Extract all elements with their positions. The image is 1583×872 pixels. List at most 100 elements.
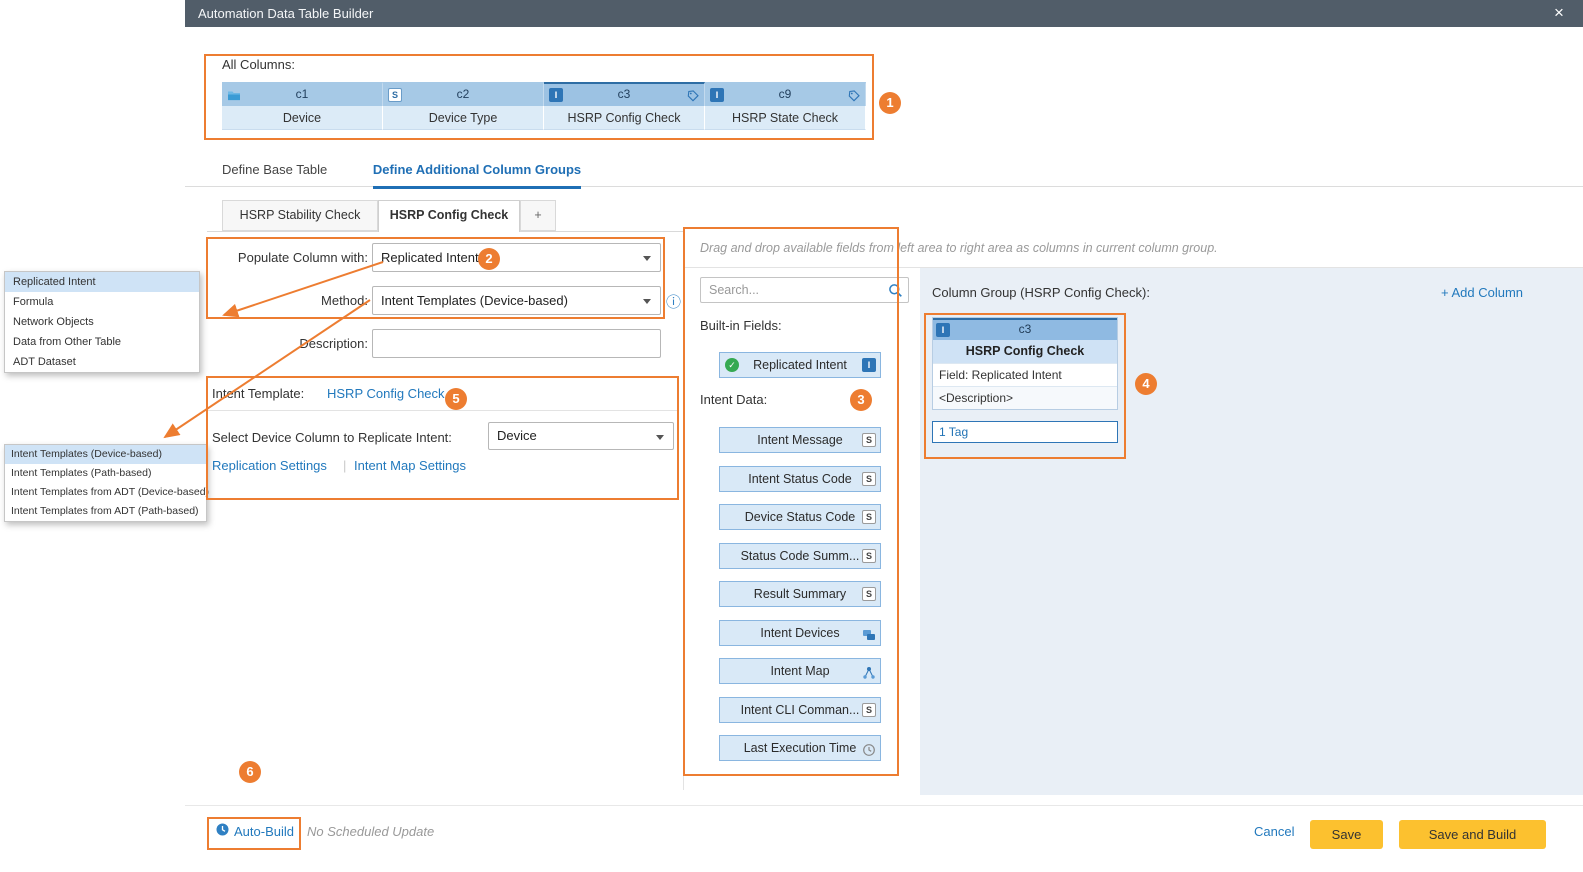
column-id: c2 xyxy=(383,84,543,105)
string-type-icon: S xyxy=(388,88,402,102)
all-columns-label: All Columns: xyxy=(222,57,295,72)
tab-define-additional-column-groups[interactable]: Define Additional Column Groups xyxy=(373,162,581,189)
group-tab-hsrp-config-check[interactable]: HSRP Config Check xyxy=(378,200,520,232)
device-column-select[interactable]: Device xyxy=(488,422,674,450)
annotation-marker-1: 1 xyxy=(879,92,901,114)
tab-define-base-table[interactable]: Define Base Table xyxy=(222,162,327,186)
tag-icon xyxy=(687,89,699,101)
save-and-build-button[interactable]: Save and Build xyxy=(1399,820,1546,849)
string-type-icon: S xyxy=(862,433,876,447)
all-columns-table: c1 Device S c2 Device Type I c3 HSRP Con… xyxy=(222,82,866,130)
menu-item-intent-templates-adt-device-based[interactable]: Intent Templates from ADT (Device-based) xyxy=(5,483,206,502)
field-chip-label: Replicated Intent xyxy=(753,358,847,372)
menu-item-intent-templates-device-based[interactable]: Intent Templates (Device-based) xyxy=(5,445,206,464)
dialog-title: Automation Data Table Builder xyxy=(198,6,373,21)
column-name: HSRP Config Check xyxy=(544,106,705,130)
save-button[interactable]: Save xyxy=(1310,820,1383,849)
field-chip-label: Intent Message xyxy=(757,433,842,447)
search-input[interactable] xyxy=(701,278,877,302)
clock-icon xyxy=(862,741,876,755)
clock-icon xyxy=(215,822,230,842)
add-group-tab-button[interactable]: + xyxy=(520,200,556,231)
search-icon[interactable] xyxy=(888,283,903,303)
tag-icon xyxy=(848,89,860,101)
table-column-c9[interactable]: I c9 HSRP State Check xyxy=(705,82,866,130)
intent-template-link[interactable]: HSRP Config Check xyxy=(327,386,445,401)
table-column-c3[interactable]: I c3 HSRP Config Check xyxy=(544,82,705,130)
table-column-c1[interactable]: c1 Device xyxy=(222,82,383,130)
method-label: Method: xyxy=(203,293,368,308)
chevron-down-icon xyxy=(643,299,651,304)
column-name: Device xyxy=(222,106,383,130)
column-card-id: c3 xyxy=(933,320,1117,339)
cancel-button[interactable]: Cancel xyxy=(1254,824,1294,839)
intent-template-label: Intent Template: xyxy=(212,386,304,401)
annotation-marker-3: 3 xyxy=(850,389,872,411)
menu-item-formula[interactable]: Formula xyxy=(5,292,199,312)
populate-column-select[interactable]: Replicated Intent xyxy=(372,243,661,272)
replication-settings-link[interactable]: Replication Settings xyxy=(212,458,327,473)
schedule-status: No Scheduled Update xyxy=(307,824,434,839)
description-label: Description: xyxy=(203,336,368,351)
column-card-field: Field: Replicated Intent xyxy=(933,363,1117,386)
field-chip-last-execution-time[interactable]: Last Execution Time xyxy=(719,735,881,761)
column-card-header: I c3 xyxy=(933,318,1117,340)
field-chip-label: Result Summary xyxy=(754,587,846,601)
field-chip-status-code-summary[interactable]: Status Code Summ... S xyxy=(719,543,881,569)
column-card-description[interactable]: <Description> xyxy=(933,386,1117,409)
device-column-label: Select Device Column to Replicate Intent… xyxy=(212,430,452,445)
column-card-tag-count[interactable]: 1 Tag xyxy=(932,421,1118,443)
field-chip-intent-devices[interactable]: Intent Devices xyxy=(719,620,881,646)
intent-type-icon: I xyxy=(549,88,563,102)
device-icon xyxy=(227,88,241,102)
column-group-card[interactable]: I c3 HSRP Config Check Field: Replicated… xyxy=(932,317,1118,410)
add-column-link[interactable]: + Add Column xyxy=(1441,285,1523,300)
intent-map-settings-link[interactable]: Intent Map Settings xyxy=(354,458,466,473)
links-separator: | xyxy=(343,458,346,473)
dialog-titlebar: Automation Data Table Builder xyxy=(185,0,1583,27)
panel-divider xyxy=(683,232,684,790)
field-chip-replicated-intent[interactable]: ✓ Replicated Intent I xyxy=(719,352,881,378)
menu-item-data-from-other-table[interactable]: Data from Other Table xyxy=(5,332,199,352)
menu-item-replicated-intent[interactable]: Replicated Intent xyxy=(5,272,199,292)
field-chip-intent-map[interactable]: Intent Map xyxy=(719,658,881,684)
field-chip-intent-cli-commands[interactable]: Intent CLI Comman... S xyxy=(719,697,881,723)
annotation-marker-5: 5 xyxy=(445,388,467,410)
field-chip-label: Last Execution Time xyxy=(744,741,857,755)
field-chip-result-summary[interactable]: Result Summary S xyxy=(719,581,881,607)
field-chip-label: Device Status Code xyxy=(745,510,855,524)
string-type-icon: S xyxy=(862,549,876,563)
chevron-down-icon xyxy=(643,256,651,261)
menu-item-network-objects[interactable]: Network Objects xyxy=(5,312,199,332)
field-chip-device-status-code[interactable]: Device Status Code S xyxy=(719,504,881,530)
method-select[interactable]: Intent Templates (Device-based) xyxy=(372,286,661,315)
field-search xyxy=(700,277,909,303)
populate-column-label: Populate Column with: xyxy=(203,250,368,265)
chevron-down-icon xyxy=(656,435,664,440)
footer-divider xyxy=(185,805,1583,806)
description-input[interactable] xyxy=(372,329,661,358)
table-column-c2[interactable]: S c2 Device Type xyxy=(383,82,544,130)
field-chip-intent-status-code[interactable]: Intent Status Code S xyxy=(719,466,881,492)
field-chip-label: Intent Devices xyxy=(760,626,839,640)
close-icon[interactable]: × xyxy=(1547,0,1571,27)
intent-type-icon: I xyxy=(862,358,876,372)
field-chip-intent-message[interactable]: Intent Message S xyxy=(719,427,881,453)
string-type-icon: S xyxy=(862,703,876,717)
group-tab-hsrp-stability-check[interactable]: HSRP Stability Check xyxy=(222,200,378,231)
column-name: Device Type xyxy=(383,106,544,130)
map-icon xyxy=(862,664,876,678)
string-type-icon: S xyxy=(862,510,876,524)
field-chip-label: Intent Map xyxy=(770,664,829,678)
info-icon[interactable]: ⓘ xyxy=(666,291,681,312)
auto-build-link[interactable]: Auto-Build xyxy=(234,824,294,839)
annotation-box-3 xyxy=(683,227,899,776)
section-divider xyxy=(207,410,678,411)
string-type-icon: S xyxy=(862,472,876,486)
menu-item-intent-templates-path-based[interactable]: Intent Templates (Path-based) xyxy=(5,464,206,483)
menu-item-intent-templates-adt-path-based[interactable]: Intent Templates from ADT (Path-based) xyxy=(5,502,206,521)
menu-item-adt-dataset[interactable]: ADT Dataset xyxy=(5,352,199,372)
method-options-menu: Intent Templates (Device-based) Intent T… xyxy=(4,444,207,522)
drag-drop-hint: Drag and drop available fields from left… xyxy=(700,241,1583,255)
populate-options-menu: Replicated Intent Formula Network Object… xyxy=(4,271,200,373)
